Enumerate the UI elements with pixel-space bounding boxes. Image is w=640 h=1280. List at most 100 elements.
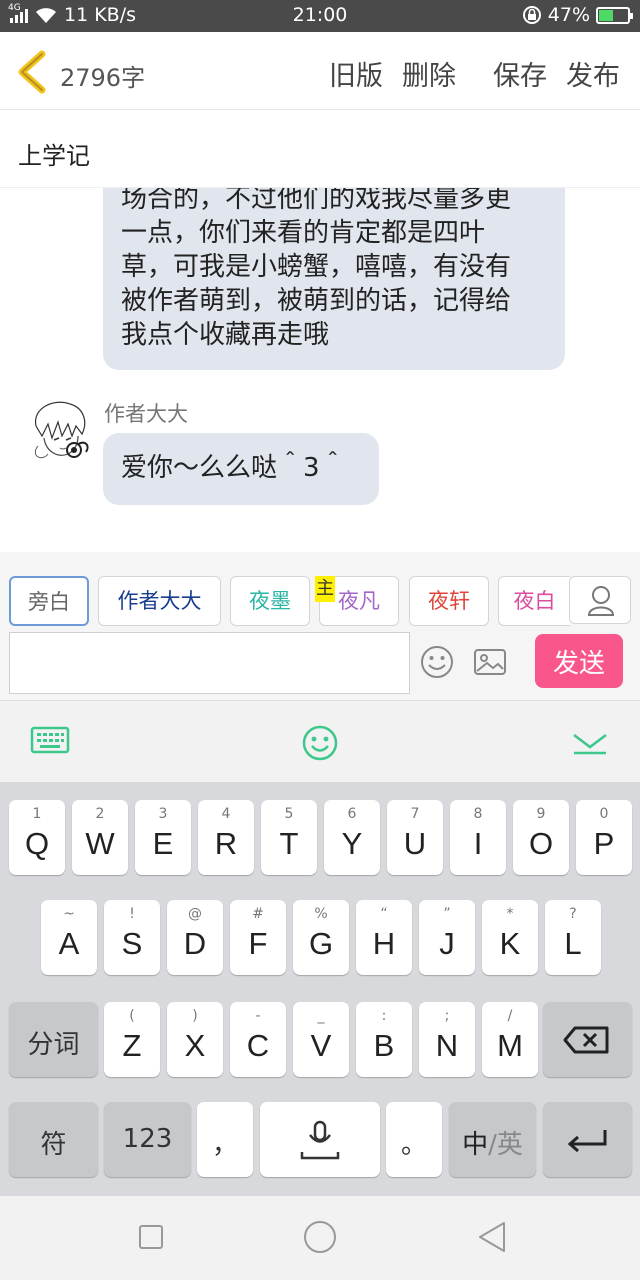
keyboard: 1 Q 2 W 3 E 4 R 5 T 6 Y 7 U 8 I 9 O 0 P ~ A! S @ D # F% G “H” J * K? L 分词… xyxy=(0,782,640,1196)
key-e[interactable]: 3E xyxy=(135,800,191,875)
key-f[interactable]: # F xyxy=(230,900,286,975)
send-button[interactable]: 发送 xyxy=(535,634,623,688)
key-v[interactable]: _ V xyxy=(293,1002,349,1077)
key-g[interactable]: % G xyxy=(293,900,349,975)
keyboard-toolbar xyxy=(0,700,640,782)
system-nav-bar xyxy=(0,1196,640,1280)
key-secondary-label: ? xyxy=(569,906,577,922)
key-j[interactable]: ” J xyxy=(419,900,475,975)
back-icon[interactable] xyxy=(476,1220,508,1254)
key-u[interactable]: 7U xyxy=(387,800,443,875)
key-l[interactable]: ? L xyxy=(545,900,601,975)
emoji-icon[interactable] xyxy=(419,644,455,680)
role-chip-narrator[interactable]: 旁白 xyxy=(9,576,89,626)
role-chip-yexuan[interactable]: 夜轩 xyxy=(409,576,489,626)
key-t[interactable]: 5T xyxy=(261,800,317,875)
key-r[interactable]: 4R xyxy=(198,800,254,875)
enter-key[interactable] xyxy=(543,1102,632,1177)
key-label: 。 xyxy=(400,1130,427,1160)
delete-button[interactable]: 删除 xyxy=(402,54,456,93)
emoji-panel-icon[interactable] xyxy=(300,723,340,763)
chat-area[interactable]: 场合的，不过他们的戏我尽量多更 一点，你们来看的肯定都是四叶 草，可我是小螃蟹，… xyxy=(0,188,640,552)
message-bubble[interactable]: 爱你～么么哒＾3＾ xyxy=(103,433,379,505)
key-h[interactable]: “H xyxy=(356,900,412,975)
key-secondary-label: ) xyxy=(192,1008,198,1024)
role-chip-author[interactable]: 作者大大 xyxy=(98,576,221,626)
backspace-key[interactable] xyxy=(543,1002,632,1077)
role-chip-yebai[interactable]: 夜白 xyxy=(498,576,570,626)
key-y[interactable]: 6Y xyxy=(324,800,380,875)
role-label: 旁白 xyxy=(28,590,70,614)
language-switch-key[interactable]: 中/英 xyxy=(449,1102,536,1177)
key-secondary-label: ! xyxy=(129,906,135,922)
backspace-icon xyxy=(563,1026,609,1054)
save-button[interactable]: 保存 xyxy=(493,54,547,93)
key-label: N xyxy=(435,1028,459,1063)
key-label: D xyxy=(183,926,207,961)
key-s[interactable]: ! S xyxy=(104,900,160,975)
rotation-lock-icon xyxy=(522,6,541,24)
key-q[interactable]: 1Q xyxy=(9,800,65,875)
key-a[interactable]: ~ A xyxy=(41,900,97,975)
home-icon[interactable] xyxy=(303,1220,337,1254)
key-label: R xyxy=(214,826,238,861)
key-b[interactable]: :B xyxy=(356,1002,412,1077)
role-label: 夜墨 xyxy=(249,589,291,613)
message-bubble[interactable]: 场合的，不过他们的戏我尽量多更 一点，你们来看的肯定都是四叶 草，可我是小螃蟹，… xyxy=(103,188,565,370)
image-icon[interactable] xyxy=(472,644,508,680)
key-secondary-label: ( xyxy=(129,1008,135,1024)
segment-key[interactable]: 分词 xyxy=(9,1002,98,1077)
numbers-key[interactable]: 123 xyxy=(104,1102,191,1177)
back-arrow-icon[interactable] xyxy=(14,50,54,94)
key-label: O xyxy=(528,826,554,861)
key-z[interactable]: (Z xyxy=(104,1002,160,1077)
symbols-key[interactable]: 符 xyxy=(9,1102,98,1177)
key-secondary-label: ; xyxy=(444,1008,450,1024)
key-m[interactable]: / M xyxy=(482,1002,538,1077)
key-i[interactable]: 8I xyxy=(450,800,506,875)
period-key[interactable]: 。 xyxy=(386,1102,442,1177)
key-x[interactable]: ) X xyxy=(167,1002,223,1077)
key-label: J xyxy=(439,926,455,961)
key-label: Z xyxy=(122,1028,142,1063)
key-secondary-label: % xyxy=(314,906,328,922)
key-secondary-label: 7 xyxy=(410,806,420,822)
role-label: 夜轩 xyxy=(428,589,470,613)
editor-header: 2796字 旧版 删除 保存 发布 xyxy=(0,32,640,110)
publish-button[interactable]: 发布 xyxy=(566,54,620,93)
key-c[interactable]: -C xyxy=(230,1002,286,1077)
battery-percent: 47% xyxy=(547,4,590,26)
recent-apps-icon[interactable] xyxy=(138,1224,164,1250)
role-manage-button[interactable] xyxy=(569,576,631,624)
key-label: M xyxy=(497,1028,523,1063)
message-input[interactable] xyxy=(9,632,410,694)
key-label: U xyxy=(403,826,427,861)
space-key[interactable] xyxy=(260,1102,380,1177)
keyboard-icon[interactable] xyxy=(30,725,70,757)
collapse-keyboard-icon[interactable] xyxy=(572,731,608,755)
key-secondary-label: “ xyxy=(380,906,388,922)
key-w[interactable]: 2W xyxy=(72,800,128,875)
key-secondary-label: 3 xyxy=(158,806,168,822)
author-avatar[interactable] xyxy=(24,396,94,468)
key-secondary-label: 9 xyxy=(536,806,546,822)
key-k[interactable]: * K xyxy=(482,900,538,975)
key-label: W xyxy=(85,826,115,861)
role-chip-yemo[interactable]: 夜墨 xyxy=(230,576,310,626)
key-o[interactable]: 9O xyxy=(513,800,569,875)
key-secondary-label: 1 xyxy=(32,806,42,822)
chapter-title-bar[interactable]: 上学记 xyxy=(0,110,640,188)
key-secondary-label: 2 xyxy=(95,806,105,822)
old-version-button[interactable]: 旧版 xyxy=(329,54,383,93)
key-secondary-label: 5 xyxy=(284,806,294,822)
key-secondary-label: _ xyxy=(317,1008,325,1024)
key-d[interactable]: @ D xyxy=(167,900,223,975)
role-label: 作者大大 xyxy=(117,589,202,613)
comma-key[interactable]: ， xyxy=(197,1102,253,1177)
key-n[interactable]: ; N xyxy=(419,1002,475,1077)
key-label: X xyxy=(184,1028,206,1063)
key-label: L xyxy=(564,926,582,961)
key-p[interactable]: 0P xyxy=(576,800,632,875)
key-secondary-label: - xyxy=(255,1008,261,1024)
key-label: 符 xyxy=(40,1130,67,1160)
